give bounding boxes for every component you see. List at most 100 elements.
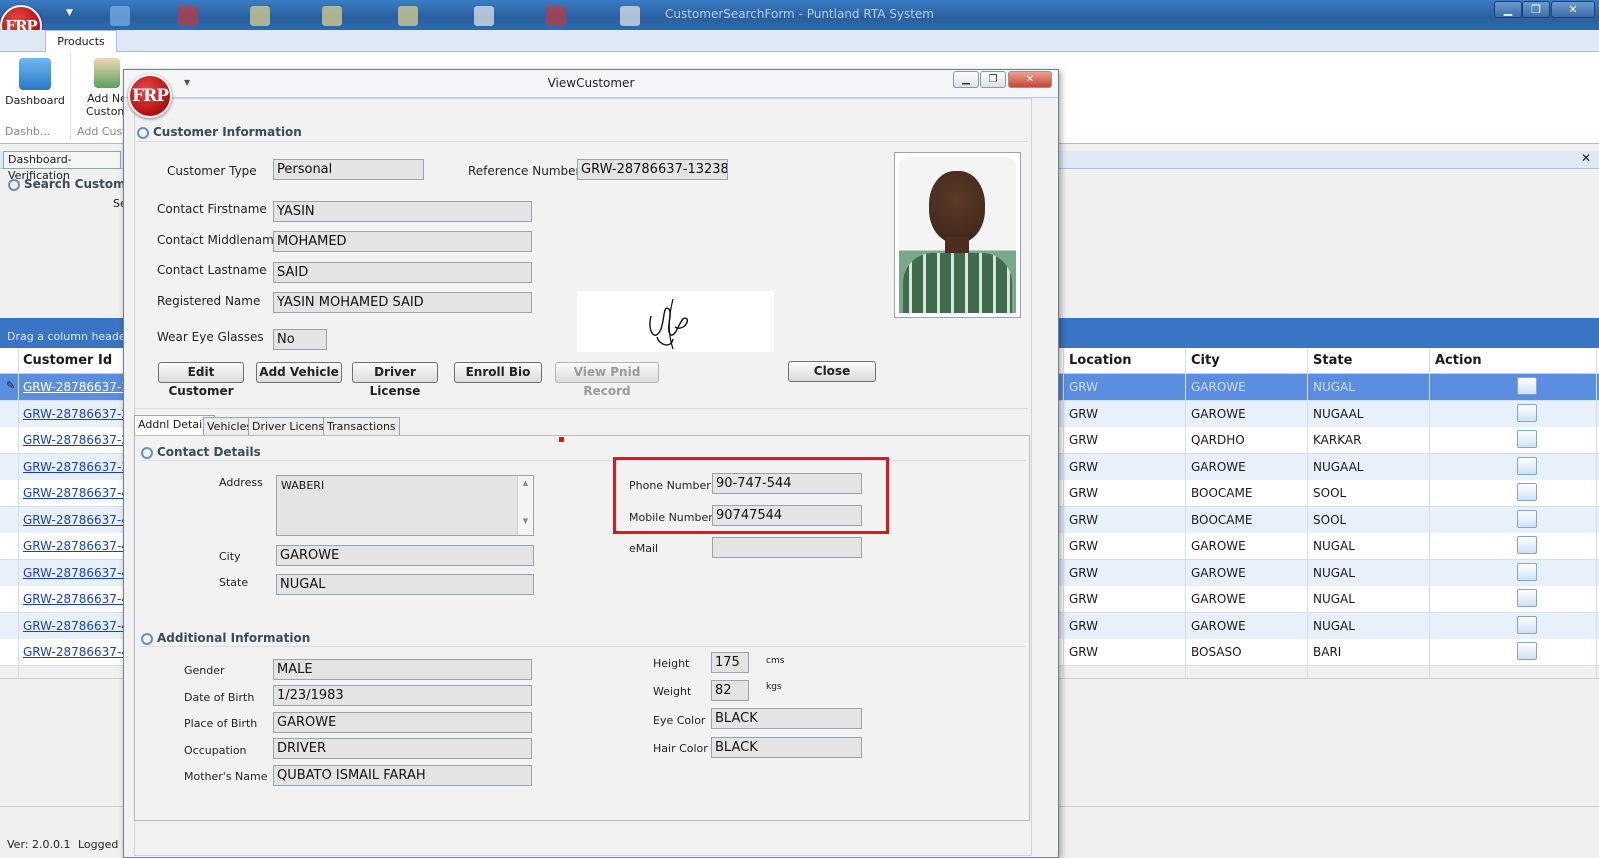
qat-icon[interactable] <box>110 6 130 26</box>
dashboard-button[interactable]: Dashboard <box>4 58 66 107</box>
highlight-box <box>613 457 889 534</box>
customer-type-field[interactable]: Personal <box>273 159 424 180</box>
qat-dropdown-icon[interactable]: ▼ <box>184 78 190 87</box>
customer-id-link[interactable]: GRW-28786637-41 <box>23 619 137 633</box>
height-field[interactable]: 175 <box>711 652 749 673</box>
view-card-icon[interactable] <box>1517 456 1537 475</box>
scroll-up-icon[interactable]: ▲ <box>518 479 533 487</box>
view-card-icon[interactable] <box>1517 377 1537 395</box>
tab-driver-license[interactable]: Driver License <box>248 417 335 436</box>
edit-customer-button[interactable]: Edit Customer <box>158 362 244 398</box>
qat-icon[interactable] <box>620 6 640 26</box>
registered-name-field[interactable]: YASIN MOHAMED SAID <box>273 292 532 313</box>
location-cell: GRW <box>1069 645 1099 659</box>
customer-id-link[interactable]: GRW-28786637-40 <box>23 513 137 527</box>
restore-icon[interactable]: ❐ <box>1522 1 1550 18</box>
dob-field[interactable]: 1/23/1983 <box>273 685 532 706</box>
add-customer-button[interactable]: Add Ne Custom <box>86 58 128 118</box>
close-icon[interactable]: ✕ <box>1551 1 1595 18</box>
address-scrollbar[interactable]: ▲ ▼ <box>517 476 533 535</box>
view-card-icon[interactable] <box>1517 403 1537 422</box>
col-city[interactable]: City <box>1191 353 1220 368</box>
tab-products[interactable]: Products <box>45 30 117 53</box>
middlename-field[interactable]: MOHAMED <box>273 231 532 252</box>
mothers-name-field[interactable]: QUBATO ISMAIL FARAH <box>273 765 532 786</box>
eye-glasses-field[interactable]: No <box>273 329 327 350</box>
view-card-icon[interactable] <box>1517 615 1537 634</box>
close-doc-icon[interactable]: ✕ <box>1581 151 1591 165</box>
view-card-icon[interactable] <box>1517 509 1537 528</box>
customer-id-link[interactable]: GRW-28786637-13 <box>23 380 137 394</box>
view-card-icon[interactable] <box>1517 642 1537 660</box>
minimize-icon[interactable]: ▁ <box>1494 1 1522 18</box>
state-cell: SOOL <box>1313 486 1347 500</box>
scroll-down-icon[interactable]: ▼ <box>518 517 533 525</box>
view-pnid-record-button[interactable]: View Pnid Record <box>555 362 659 398</box>
col-action[interactable]: Action <box>1435 353 1482 368</box>
close-button[interactable]: Close <box>788 361 876 382</box>
driver-license-button[interactable]: Driver License <box>352 362 438 398</box>
add-vehicle-button[interactable]: Add Vehicle <box>256 362 342 383</box>
state-field[interactable]: NUGAL <box>276 574 534 595</box>
location-cell: GRW <box>1069 512 1099 527</box>
state-cell: NUGAAL <box>1313 459 1364 474</box>
customer-id-link[interactable]: GRW-28786637-41 <box>23 645 137 659</box>
registered-name-label: Registered Name <box>157 294 261 308</box>
qat-icon[interactable] <box>546 6 566 26</box>
city-cell: BOOCAME <box>1191 486 1253 500</box>
customer-id-link[interactable]: GRW-28786637-41 <box>23 592 137 606</box>
occupation-field[interactable]: DRIVER <box>273 738 532 759</box>
city-cell: BOSASO <box>1191 645 1242 659</box>
dialog-minimize-icon[interactable]: ▁ <box>953 71 979 88</box>
qat-icon[interactable] <box>474 6 494 26</box>
search-icon <box>8 178 20 191</box>
col-customer-id[interactable]: Customer Id <box>23 353 112 368</box>
qat-icon[interactable] <box>398 6 418 26</box>
qat-dropdown-icon[interactable]: ▼ <box>66 8 73 18</box>
tab-transactions[interactable]: Transactions <box>323 417 400 436</box>
view-card-icon[interactable] <box>1517 562 1537 581</box>
enroll-bio-button[interactable]: Enroll Bio <box>454 362 542 383</box>
address-textarea[interactable]: WABERI ▲ ▼ <box>276 475 534 536</box>
weight-field[interactable]: 82 <box>711 680 749 701</box>
qat-icon[interactable] <box>250 6 270 26</box>
state-label: State <box>219 576 249 589</box>
view-card-icon[interactable] <box>1517 589 1537 607</box>
customer-id-link[interactable]: GRW-28786637-21 <box>23 433 137 447</box>
location-cell: GRW <box>1069 459 1099 474</box>
qat-icon[interactable] <box>322 6 342 26</box>
search-icon <box>141 632 153 645</box>
email-field[interactable] <box>712 537 862 558</box>
dialog-restore-icon[interactable]: ❐ <box>980 71 1006 88</box>
customer-id-link[interactable]: GRW-28786637-20 <box>23 407 137 421</box>
edit-row-indicator-icon: ✎ <box>6 379 16 392</box>
customer-id-link[interactable]: GRW-28786637-41 <box>23 539 137 553</box>
customer-type-label: Customer Type <box>167 164 257 178</box>
customer-id-link[interactable]: GRW-28786637-39 <box>23 460 137 474</box>
pob-field[interactable]: GAROWE <box>273 712 532 733</box>
lastname-field[interactable]: SAID <box>273 262 532 283</box>
firstname-label: Contact Firstname <box>157 202 267 216</box>
customer-info-header: Customer Information <box>137 125 302 139</box>
hair-color-field[interactable]: BLACK <box>711 737 862 758</box>
firstname-field[interactable]: YASIN <box>273 201 532 222</box>
eye-color-field[interactable]: BLACK <box>711 708 862 729</box>
gender-field[interactable]: MALE <box>273 659 532 680</box>
col-location[interactable]: Location <box>1069 353 1132 368</box>
col-state[interactable]: State <box>1313 353 1352 368</box>
height-unit: cms <box>766 656 785 666</box>
view-card-icon[interactable] <box>1517 430 1537 448</box>
view-card-icon[interactable] <box>1517 483 1537 501</box>
occupation-label: Occupation <box>184 744 247 757</box>
reference-number-field[interactable]: GRW-28786637-13238 <box>577 159 728 180</box>
qat-icon[interactable] <box>178 6 198 26</box>
customer-id-link[interactable]: GRW-28786637-40 <box>23 486 137 500</box>
state-cell: SOOL <box>1313 512 1347 527</box>
city-cell: GAROWE <box>1191 565 1246 580</box>
customer-id-link[interactable]: GRW-28786637-41 <box>23 566 137 580</box>
state-cell: KARKAR <box>1313 433 1362 447</box>
dialog-close-icon[interactable]: ✕ <box>1008 71 1052 88</box>
view-card-icon[interactable] <box>1517 536 1537 554</box>
tab-dashboard-verification[interactable]: Dashboard-Verification <box>3 151 121 182</box>
city-field[interactable]: GAROWE <box>276 545 534 566</box>
